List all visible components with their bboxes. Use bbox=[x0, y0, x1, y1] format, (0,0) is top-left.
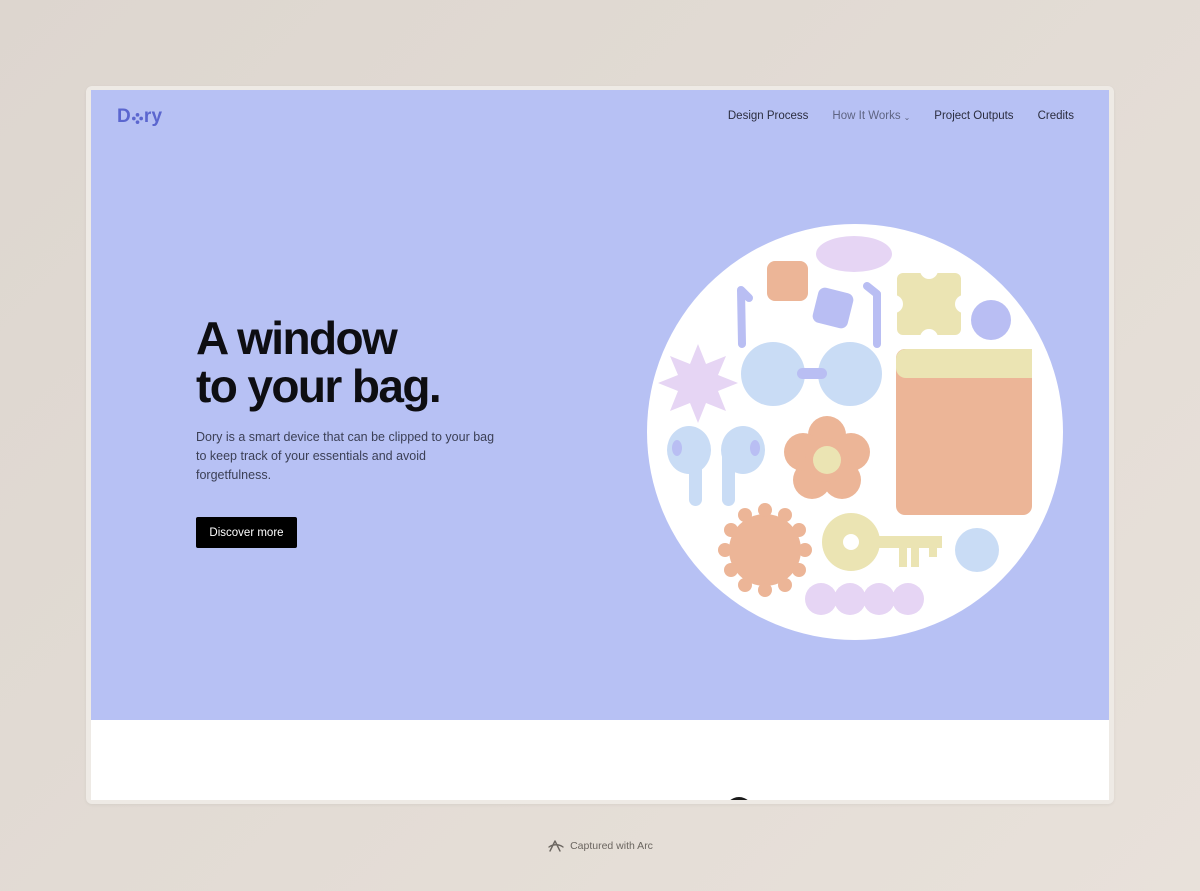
capture-caption: Captured with Arc bbox=[0, 838, 1200, 854]
nav-label: Credits bbox=[1037, 110, 1074, 122]
nav-project-outputs[interactable]: Project Outputs bbox=[934, 110, 1013, 122]
hero-section: D ry Design Process How It Works ⌄ Proje… bbox=[91, 90, 1109, 720]
arc-logo-icon bbox=[548, 840, 564, 852]
card-wallet-icon bbox=[896, 349, 1032, 515]
logo-text-end: ry bbox=[143, 106, 163, 127]
hero-description: Dory is a smart device that can be clipp… bbox=[196, 430, 495, 482]
hero-headline: A window to your bag. bbox=[196, 312, 442, 412]
nav-credits[interactable]: Credits bbox=[1038, 110, 1074, 122]
caption-text: Captured with Arc bbox=[570, 840, 653, 852]
top-nav: Design Process How It Works ⌄ Project Ou… bbox=[728, 110, 1074, 122]
oval-icon bbox=[816, 236, 892, 272]
dory-logo[interactable]: D ry bbox=[117, 106, 162, 128]
circle-icon bbox=[971, 300, 1011, 340]
headline-line-1: A window bbox=[196, 312, 398, 364]
nav-design-process[interactable]: Design Process bbox=[728, 110, 809, 122]
headline-line-2: to your bag. bbox=[196, 360, 442, 412]
discover-more-button[interactable]: Discover more bbox=[196, 517, 297, 548]
clover-icon bbox=[897, 273, 961, 335]
chevron-down-icon: ⌄ bbox=[903, 112, 911, 122]
bag-contents-illustration bbox=[647, 224, 1063, 640]
flower-dot-icon bbox=[131, 112, 143, 124]
scroll-indicator bbox=[725, 797, 753, 800]
nav-label: Project Outputs bbox=[934, 110, 1014, 122]
nav-label: How It Works bbox=[832, 110, 901, 122]
nav-label: Design Process bbox=[727, 110, 809, 122]
logo-text-start: D bbox=[117, 106, 131, 127]
square-icon bbox=[767, 261, 808, 301]
blue-circle-icon bbox=[955, 528, 999, 572]
web-page: D ry Design Process How It Works ⌄ Proje… bbox=[91, 90, 1109, 800]
nav-how-it-works[interactable]: How It Works ⌄ bbox=[832, 110, 910, 122]
